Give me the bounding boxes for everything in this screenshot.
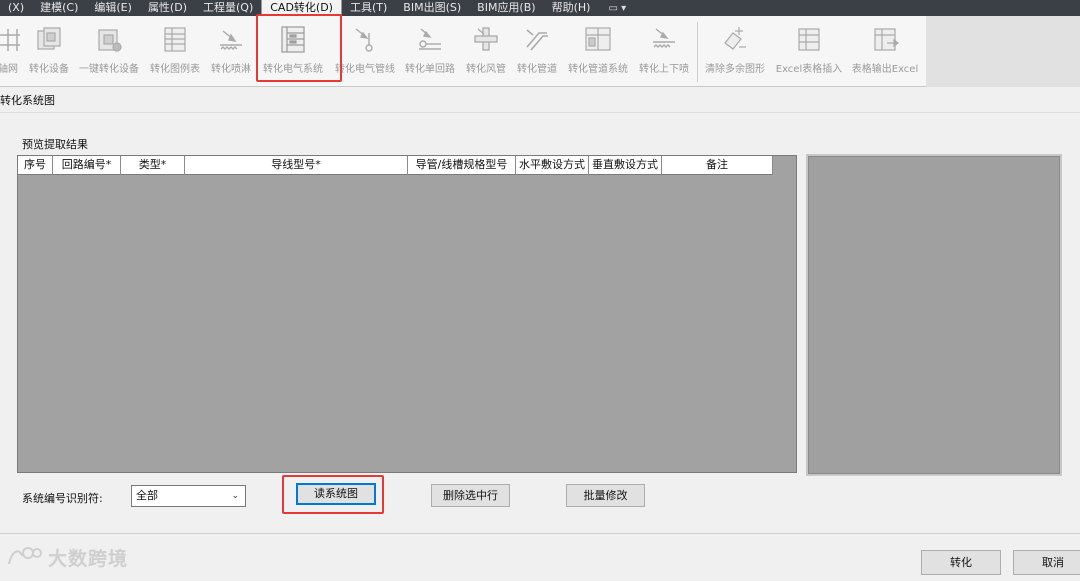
chevron-down-icon: ⌄ [231,491,239,501]
highlight-box-read-button [282,475,384,514]
tool-label: 转化电气管线 [335,64,395,75]
tool-label: 转化上下喷 [639,64,689,75]
system-id-label: 系统编号识别符: [22,492,103,505]
table-header: 序号 回路编号* 类型* 导线型号* 导管/线槽规格型号 水平敷设方式 垂直敷设… [18,156,773,175]
menu-item-x[interactable]: (X) [0,0,32,16]
menu-item-help[interactable]: 帮助(H) [544,0,599,16]
equipment-icon [34,22,64,56]
col-header-type[interactable]: 类型* [121,156,185,175]
air-duct-icon [471,22,501,56]
excel-export-icon [870,22,900,56]
tool-label: 转化风管 [466,64,506,75]
ribbon-toolbar: 轴网 转化设备 一键转化设备 转化图例表 转化喷淋 转化电气系统 转化电气管线 … [0,16,1080,87]
section-label: 预览提取结果 [22,138,88,151]
pipe-icon [522,22,552,56]
select-value: 全部 [136,489,158,502]
title-divider [0,112,1080,113]
tool-label: 转化喷淋 [211,64,251,75]
tool-grid[interactable]: 轴网 [0,16,28,86]
tool-convert-up-down-spray[interactable]: 转化上下喷 [634,16,694,86]
tool-convert-sprinkler[interactable]: 转化喷淋 [207,16,255,86]
watermark-logo-icon [6,544,44,571]
menu-item-bim-drawing[interactable]: BIM出图(S) [395,0,469,16]
col-header-vertical-laying[interactable]: 垂直敷设方式 [589,156,662,175]
col-header-horizontal-laying[interactable]: 水平敷设方式 [516,156,589,175]
delete-selected-button[interactable]: 删除选中行 [431,484,510,507]
tool-label: 转化图例表 [150,64,200,75]
tool-convert-equipment[interactable]: 转化设备 [26,16,72,86]
tool-label: 表格输出Excel [851,64,919,75]
tool-one-click-equipment[interactable]: 一键转化设备 [76,16,142,86]
tool-clear-graphics[interactable]: 清除多余图形 [700,16,770,86]
convert-button[interactable]: 转化 [921,550,1001,575]
menu-item-quantity[interactable]: 工程量(Q) [195,0,261,16]
one-click-equipment-icon [94,22,124,56]
tool-label: 一键转化设备 [79,64,139,75]
watermark: 大数跨境 [6,544,128,571]
tool-label: 清除多余图形 [705,64,765,75]
menu-item-modeling[interactable]: 建模(C) [32,0,86,16]
sprinkler-icon [216,22,246,56]
tool-excel-export[interactable]: 表格输出Excel [848,16,922,86]
tool-label: Excel表格插入 [775,64,843,75]
dialog-title: 转化系统图 [0,94,55,107]
system-id-select[interactable]: 全部 ⌄ [131,485,246,507]
col-header-circuit-no[interactable]: 回路编号* [53,156,121,175]
clear-graphics-icon [720,22,750,56]
preview-panel [806,154,1062,476]
tool-label: 转化设备 [29,64,69,75]
col-header-wire-model[interactable]: 导线型号* [185,156,408,175]
batch-modify-button[interactable]: 批量修改 [566,484,645,507]
menu-item-properties[interactable]: 属性(D) [140,0,195,16]
convert-system-dialog: 转化系统图 预览提取结果 序号 回路编号* 类型* 导线型号* 导管/线槽规格型… [0,88,1080,581]
col-header-conduit-spec[interactable]: 导管/线槽规格型号 [408,156,516,175]
menu-item-edit[interactable]: 编辑(E) [86,0,140,16]
single-circuit-icon [415,22,445,56]
tool-convert-pipe[interactable]: 转化管道 [512,16,562,86]
electrical-pipeline-icon [350,22,380,56]
highlight-box-electrical-system [256,14,342,82]
menu-item-bim-apps[interactable]: BIM应用(B) [469,0,543,16]
footer-divider [0,533,1080,534]
tool-label: 转化管道系统 [568,64,628,75]
ribbon-empty-area [926,16,1080,87]
col-header-index[interactable]: 序号 [18,156,53,175]
menu-bar: (X) 建模(C) 编辑(E) 属性(D) 工程量(Q) CAD转化(D) 工具… [0,0,1080,16]
up-down-spray-icon [649,22,679,56]
tool-label: 转化管道 [517,64,557,75]
tool-label: 转化单回路 [405,64,455,75]
tool-convert-single-circuit[interactable]: 转化单回路 [402,16,458,86]
window-dropdown-icon[interactable]: ▭ ▾ [598,3,636,14]
watermark-text: 大数跨境 [48,548,129,570]
tool-convert-air-duct[interactable]: 转化风管 [462,16,510,86]
tool-label: 轴网 [0,64,18,75]
legend-table-icon [160,22,190,56]
tool-excel-insert[interactable]: Excel表格插入 [772,16,846,86]
col-header-remarks[interactable]: 备注 [662,156,773,175]
tool-convert-legend[interactable]: 转化图例表 [146,16,204,86]
results-table[interactable]: 序号 回路编号* 类型* 导线型号* 导管/线槽规格型号 水平敷设方式 垂直敷设… [17,155,797,473]
pipe-system-icon [583,22,613,56]
menu-item-tools[interactable]: 工具(T) [342,0,395,16]
cancel-button[interactable]: 取消 [1013,550,1080,575]
grid-icon [0,22,23,56]
ribbon-separator [697,22,698,82]
tool-convert-pipe-system[interactable]: 转化管道系统 [563,16,633,86]
excel-insert-icon [794,22,824,56]
